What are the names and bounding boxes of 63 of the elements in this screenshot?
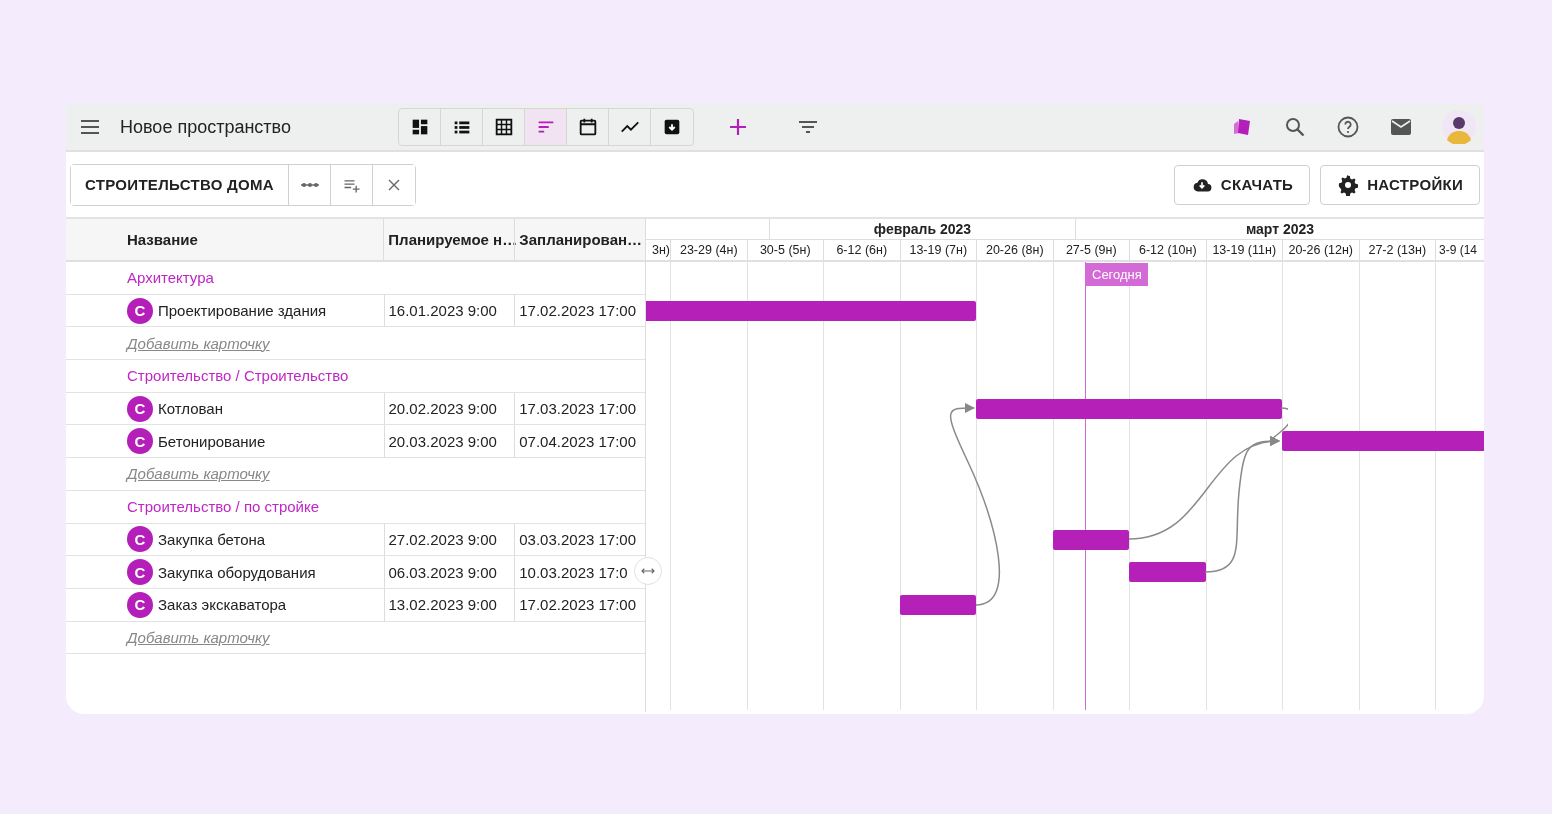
start-date-cell: 20.02.2023 9:00 xyxy=(383,392,515,425)
week-header: 6-12 (10н) xyxy=(1129,240,1206,260)
week-header: 27-2 (13н) xyxy=(1358,240,1435,260)
settings-icon xyxy=(1337,173,1360,196)
status-badge: С xyxy=(127,297,153,324)
week-header: 20-26 (12н) xyxy=(1282,240,1359,260)
status-badge: С xyxy=(127,428,153,455)
end-date-cell: 17.02.2023 17:00 xyxy=(514,588,645,621)
group-title: Строительство / по стройке xyxy=(127,498,320,516)
end-date-cell: 03.03.2023 17:00 xyxy=(514,523,645,556)
end-date-cell: 17.03.2023 17:00 xyxy=(514,392,645,425)
task-name[interactable]: Закупка оборудования xyxy=(158,563,316,581)
start-date-cell: 13.02.2023 9:00 xyxy=(383,588,515,621)
add-card-link[interactable]: Добавить карточку xyxy=(127,334,270,352)
start-date-cell: 06.03.2023 9:00 xyxy=(383,556,515,588)
workspace-title: Новое пространство xyxy=(120,116,292,138)
task-name[interactable]: Котлован xyxy=(158,400,223,418)
task-bar[interactable] xyxy=(1052,529,1129,550)
status-badge: С xyxy=(127,395,153,422)
settings-button[interactable]: НАСТРОЙКИ xyxy=(1320,164,1480,205)
search-icon[interactable] xyxy=(1283,115,1307,139)
group-title: Архитектура xyxy=(127,269,214,287)
start-date-cell: 20.03.2023 9:00 xyxy=(383,425,515,458)
add-card-link[interactable]: Добавить карточку xyxy=(127,628,270,646)
group-title: Строительство / Строительство xyxy=(127,367,349,385)
start-date-cell: 16.01.2023 9:00 xyxy=(383,294,515,327)
add-card-link[interactable]: Добавить карточку xyxy=(127,465,270,483)
task-bar[interactable] xyxy=(976,398,1282,419)
week-header: 13-19 (7н) xyxy=(899,240,976,260)
week-header: 23-29 (4н) xyxy=(670,240,747,260)
column-header[interactable]: Запланирован… xyxy=(514,219,645,260)
status-badge: С xyxy=(127,526,153,553)
help-icon[interactable] xyxy=(1336,115,1360,139)
resize-handle[interactable] xyxy=(634,557,662,585)
month-header: февраль 2023 xyxy=(769,219,1075,239)
task-bar[interactable] xyxy=(1282,431,1484,452)
board-name-button[interactable]: СТРОИТЕЛЬСТВО ДОМА xyxy=(71,164,289,205)
avatar-icon[interactable] xyxy=(1442,110,1476,144)
status-badge: С xyxy=(127,559,153,586)
dots-line-icon xyxy=(299,181,320,188)
task-name[interactable]: Проектирование здания xyxy=(158,302,327,320)
week-header: 6-12 (6н) xyxy=(823,240,900,260)
today-label: Сегодня xyxy=(1086,263,1148,286)
task-bar[interactable] xyxy=(899,594,976,615)
week-header: 3-9 (14 xyxy=(1435,240,1484,260)
week-header: 13-19 (11н) xyxy=(1205,240,1282,260)
download-button[interactable]: СКАЧАТЬ xyxy=(1173,164,1311,205)
column-header[interactable]: Название xyxy=(66,219,384,260)
task-bar[interactable] xyxy=(646,300,976,321)
week-header: 3н) xyxy=(650,242,670,259)
status-badge: С xyxy=(127,591,153,618)
task-name[interactable]: Заказ экскаватора xyxy=(158,596,287,614)
end-date-cell: 17.02.2023 17:00 xyxy=(514,294,645,327)
task-name[interactable]: Закупка бетона xyxy=(158,530,266,548)
week-header: 27-5 (9н) xyxy=(1052,240,1129,260)
end-date-cell: 07.04.2023 17:00 xyxy=(514,425,645,458)
task-bar[interactable] xyxy=(1129,562,1206,583)
week-header: 30-5 (5н) xyxy=(746,240,823,260)
task-name[interactable]: Бетонирование xyxy=(158,432,266,450)
week-header: 20-26 (8н) xyxy=(976,240,1053,260)
start-date-cell: 27.02.2023 9:00 xyxy=(383,523,515,556)
month-header: март 2023 xyxy=(1075,219,1484,239)
column-header[interactable]: Планируемое н… xyxy=(383,219,515,260)
